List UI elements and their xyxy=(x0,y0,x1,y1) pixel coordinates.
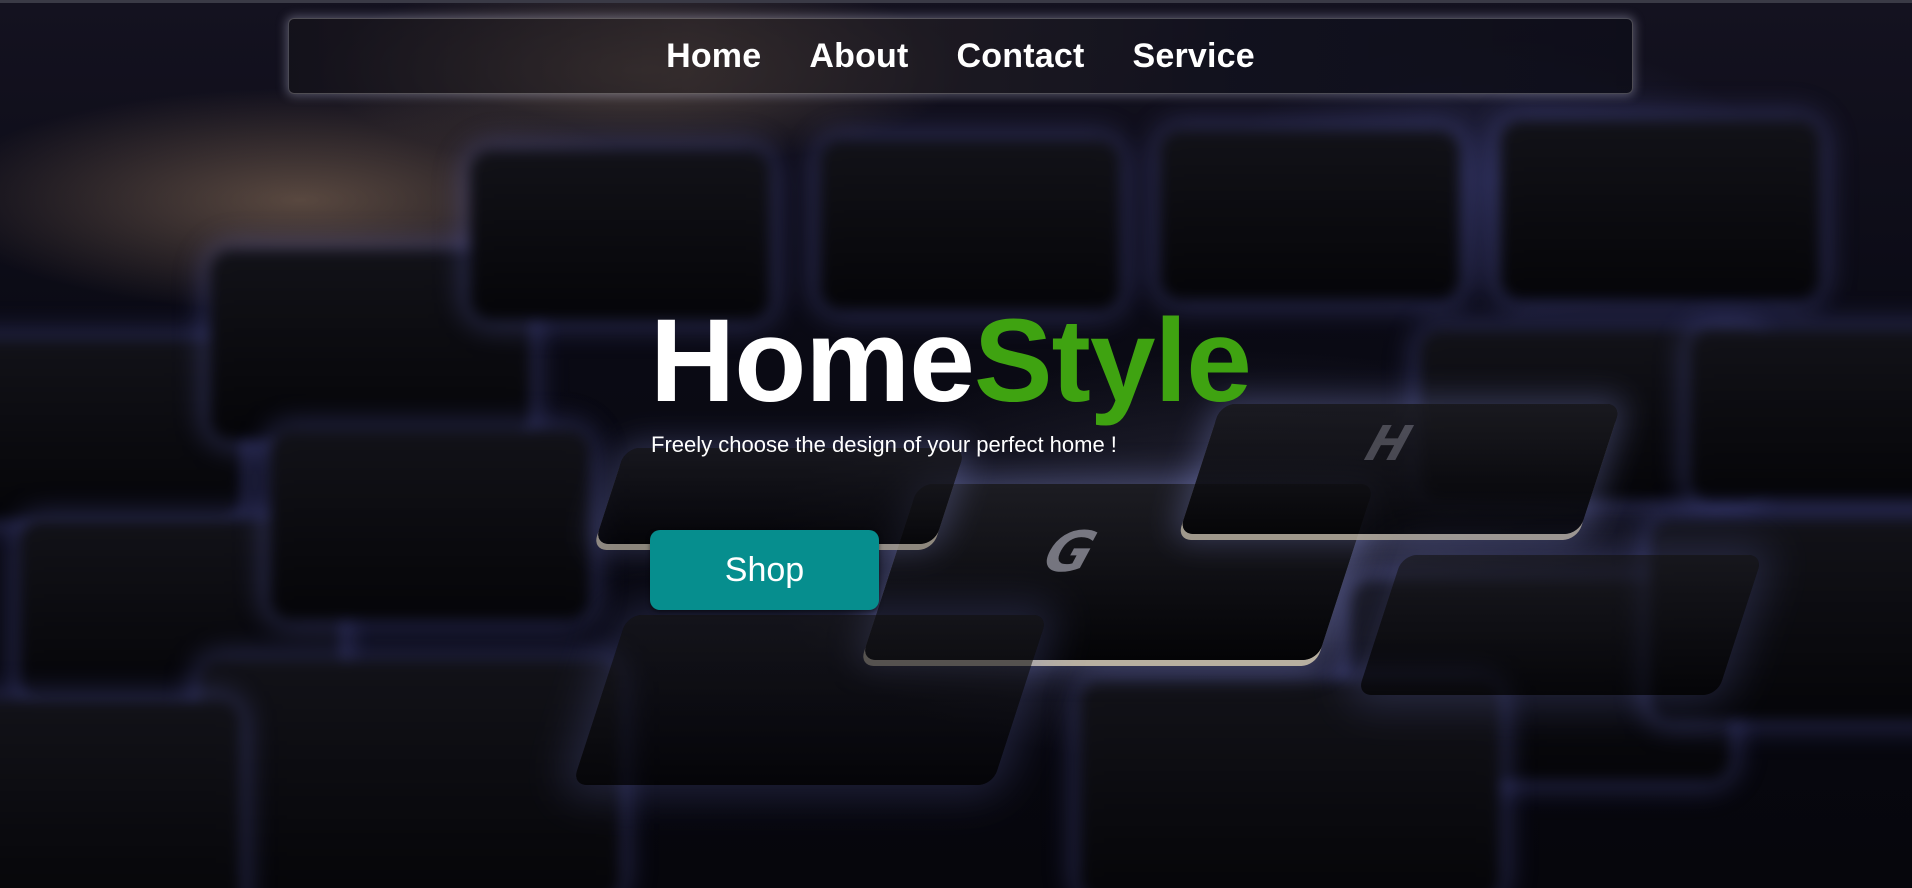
nav-link-about[interactable]: About xyxy=(809,37,908,76)
navbar: Home About Contact Service xyxy=(288,18,1633,94)
page: G H Home About Contact Service HomeStyle… xyxy=(0,0,1912,888)
brand-title: HomeStyle xyxy=(650,295,1252,427)
h-glyph-icon: H xyxy=(1353,416,1424,472)
hero-section: HomeStyle Freely choose the design of yo… xyxy=(650,295,1252,610)
shop-button[interactable]: Shop xyxy=(650,530,879,610)
nav-link-home[interactable]: Home xyxy=(666,37,761,76)
hero-tagline: Freely choose the design of your perfect… xyxy=(651,432,1117,457)
nav-link-service[interactable]: Service xyxy=(1133,37,1255,76)
nav-link-contact[interactable]: Contact xyxy=(957,37,1085,76)
brand-title-second: Style xyxy=(973,295,1252,427)
brand-title-first: Home xyxy=(650,295,975,427)
g-glyph-icon: G xyxy=(1028,520,1110,585)
key-lower xyxy=(572,615,1048,785)
key-lower-right xyxy=(1357,555,1763,695)
